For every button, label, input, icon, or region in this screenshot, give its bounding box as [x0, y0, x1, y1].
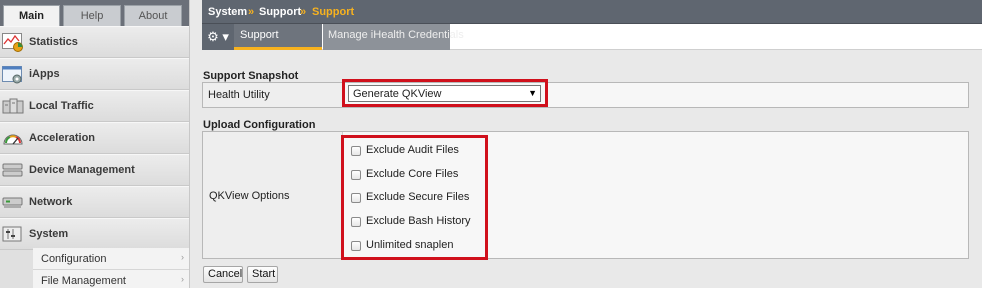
gear-menu-button[interactable]: ⚙ ▾ [202, 24, 234, 50]
sidebar-item-label: Local Traffic [29, 100, 94, 112]
option-label: Exclude Core Files [366, 168, 459, 180]
sidebar-item-label: Acceleration [29, 132, 96, 144]
sidebar-item-label: Device Management [29, 164, 135, 176]
chevron-right-icon: › [181, 252, 184, 262]
sidebar-item-network[interactable]: Network [0, 186, 189, 218]
acceleration-gauge-icon [2, 129, 24, 148]
chevron-right-icon: › [181, 274, 184, 284]
network-icon [2, 193, 24, 212]
highlight-box: Generate QKView ▼ [342, 79, 548, 107]
breadcrumb-system[interactable]: System [208, 6, 247, 18]
qkview-options-row: QKView Options [202, 131, 969, 259]
highlight-box: Exclude Audit Files Exclude Core Files E… [341, 135, 488, 260]
sidebar-item-label: System [29, 228, 69, 240]
breadcrumb-current: Support [312, 6, 355, 18]
sidebar-item-device-management[interactable]: Device Management [0, 154, 189, 186]
tab-main[interactable]: Main [3, 5, 60, 26]
sidebar-item-acceleration[interactable]: Acceleration [0, 122, 189, 154]
health-utility-row: Health Utility [202, 82, 969, 108]
sidebar-item-iapps[interactable]: iApps [0, 58, 189, 90]
breadcrumb: System » Support » Support [202, 0, 982, 24]
tab-help[interactable]: Help [63, 5, 121, 26]
qkview-options-label: QKView Options [209, 190, 290, 202]
subnav-item-label: File Management [41, 275, 126, 287]
sidebar: Main Help About Statistics iApps Local T… [0, 0, 190, 288]
subnav-item-label: Configuration [41, 253, 107, 265]
iapps-window-icon [2, 65, 24, 84]
exclude-core-files-checkbox[interactable] [351, 170, 361, 180]
option-label: Exclude Bash History [366, 215, 471, 227]
qkview-options-label-cell: QKView Options [203, 132, 343, 258]
statistics-chart-icon [2, 33, 24, 52]
section-title-support-snapshot: Support Snapshot [203, 70, 299, 82]
option-label: Exclude Secure Files [366, 191, 470, 203]
sidebar-item-label: Statistics [29, 36, 78, 48]
option-label: Unlimited snaplen [366, 239, 454, 251]
subnav-item-file-management[interactable]: File Management › [33, 270, 189, 288]
sidebar-item-label: iApps [29, 68, 60, 80]
breadcrumb-separator: » [300, 6, 307, 18]
sidebar-item-system[interactable]: System [0, 218, 189, 250]
health-utility-label: Health Utility [203, 83, 343, 107]
exclude-audit-files-checkbox[interactable] [351, 146, 361, 156]
tab-support[interactable]: Support [234, 24, 322, 50]
section-title-upload-configuration: Upload Configuration [203, 119, 316, 131]
tab-about[interactable]: About [124, 5, 182, 26]
option-label: Exclude Audit Files [366, 144, 459, 156]
breadcrumb-separator: » [248, 6, 255, 18]
device-management-icon [2, 161, 24, 180]
sidebar-item-local-traffic[interactable]: Local Traffic [0, 90, 189, 122]
cancel-button[interactable]: Cancel [203, 266, 243, 283]
main-content: System » Support » Support ⚙ ▾ Support M… [202, 0, 982, 288]
start-button[interactable]: Start [247, 266, 278, 283]
subnav-item-configuration[interactable]: Configuration › [33, 248, 189, 270]
health-utility-select-value: Generate QKView [353, 88, 442, 100]
local-traffic-servers-icon [2, 97, 24, 116]
unlimited-snaplen-checkbox[interactable] [351, 241, 361, 251]
exclude-bash-history-checkbox[interactable] [351, 217, 361, 227]
system-icon [2, 225, 24, 244]
page-tab-bar: ⚙ ▾ Support Manage iHealth Credentials [202, 24, 982, 50]
exclude-secure-files-checkbox[interactable] [351, 193, 361, 203]
sidebar-tab-bar: Main Help About [0, 0, 189, 26]
sidebar-item-label: Network [29, 196, 73, 208]
tab-manage-ihealth-credentials[interactable]: Manage iHealth Credentials [323, 24, 464, 50]
sidebar-item-statistics[interactable]: Statistics [0, 26, 189, 58]
dropdown-arrow-icon: ▼ [528, 88, 537, 98]
health-utility-select[interactable]: Generate QKView ▼ [348, 85, 541, 102]
breadcrumb-support[interactable]: Support [259, 6, 301, 18]
